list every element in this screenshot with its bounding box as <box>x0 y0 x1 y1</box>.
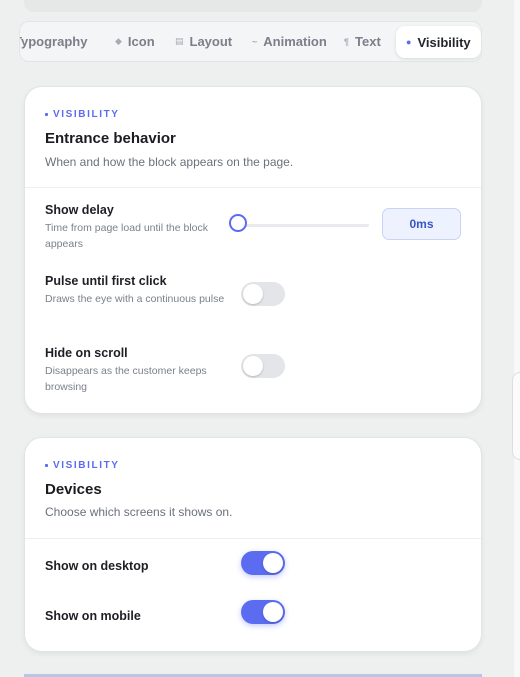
tab-bar: Typography ◆ Icon ▤ Layout ~ Animation ¶… <box>19 21 482 62</box>
card-subtitle: When and how the block appears on the pa… <box>45 155 294 169</box>
card-title: Devices <box>45 481 102 498</box>
show-on-desktop-label: Show on desktop <box>45 559 149 573</box>
tab-label: Text <box>355 34 381 49</box>
tab-label: Typography <box>19 34 88 49</box>
entrance-behavior-card: VISIBILITY Entrance behavior When and ho… <box>24 86 482 414</box>
bullet-icon <box>45 113 48 116</box>
divider <box>25 187 481 188</box>
paragraph-icon: ¶ <box>344 36 350 47</box>
wave-icon: ~ <box>252 36 258 47</box>
section-eyebrow: VISIBILITY <box>45 460 120 471</box>
pulse-label: Pulse until first click <box>45 274 167 288</box>
tab-label: Animation <box>263 34 327 49</box>
layout-icon: ▤ <box>175 36 184 46</box>
show-delay-description: Time from page load until the block appe… <box>45 222 209 250</box>
show-delay-slider-track[interactable] <box>239 224 369 227</box>
card-subtitle: Choose which screens it shows on. <box>45 505 233 519</box>
hide-on-scroll-description: Disappears as the customer keeps browsin… <box>45 365 207 393</box>
show-on-desktop-toggle[interactable] <box>241 551 285 575</box>
eyebrow-text: VISIBILITY <box>53 460 120 471</box>
right-panel-edge <box>514 0 520 677</box>
hide-on-scroll-toggle[interactable] <box>241 354 285 378</box>
dot-icon: ● <box>406 37 412 47</box>
card-title: Entrance behavior <box>45 130 176 147</box>
toggle-knob <box>243 284 263 304</box>
show-delay-label: Show delay <box>45 203 114 217</box>
tab-label: Visibility <box>417 34 471 50</box>
show-on-mobile-label: Show on mobile <box>45 609 141 623</box>
pulse-description: Draws the eye with a continuous pulse <box>45 293 225 305</box>
show-on-mobile-toggle[interactable] <box>241 600 285 624</box>
toggle-knob <box>243 356 263 376</box>
top-panel-edge <box>24 0 482 12</box>
diamond-icon: ◆ <box>115 36 122 46</box>
eyebrow-text: VISIBILITY <box>53 109 120 120</box>
tab-label: Layout <box>189 34 233 49</box>
adjacent-panel-edge <box>512 372 520 460</box>
tab-text[interactable]: ¶ Text <box>344 22 381 61</box>
toggle-knob <box>263 602 283 622</box>
section-eyebrow: VISIBILITY <box>45 109 120 120</box>
devices-card: VISIBILITY Devices Choose which screens … <box>24 437 482 652</box>
toggle-knob <box>263 553 283 573</box>
tab-label: Icon <box>127 34 155 49</box>
tab-icon[interactable]: ◆ Icon <box>115 22 155 61</box>
hide-on-scroll-label: Hide on scroll <box>45 346 128 360</box>
show-delay-slider-thumb[interactable] <box>229 214 247 232</box>
show-delay-value-field[interactable]: 0ms <box>382 208 461 240</box>
pulse-toggle[interactable] <box>241 282 285 306</box>
tab-typography[interactable]: Typography <box>19 22 88 61</box>
bullet-icon <box>45 464 48 467</box>
tab-layout[interactable]: ▤ Layout <box>175 22 232 61</box>
divider <box>25 538 481 539</box>
tab-visibility[interactable]: ● Visibility <box>396 26 481 58</box>
tab-animation[interactable]: ~ Animation <box>252 22 327 61</box>
